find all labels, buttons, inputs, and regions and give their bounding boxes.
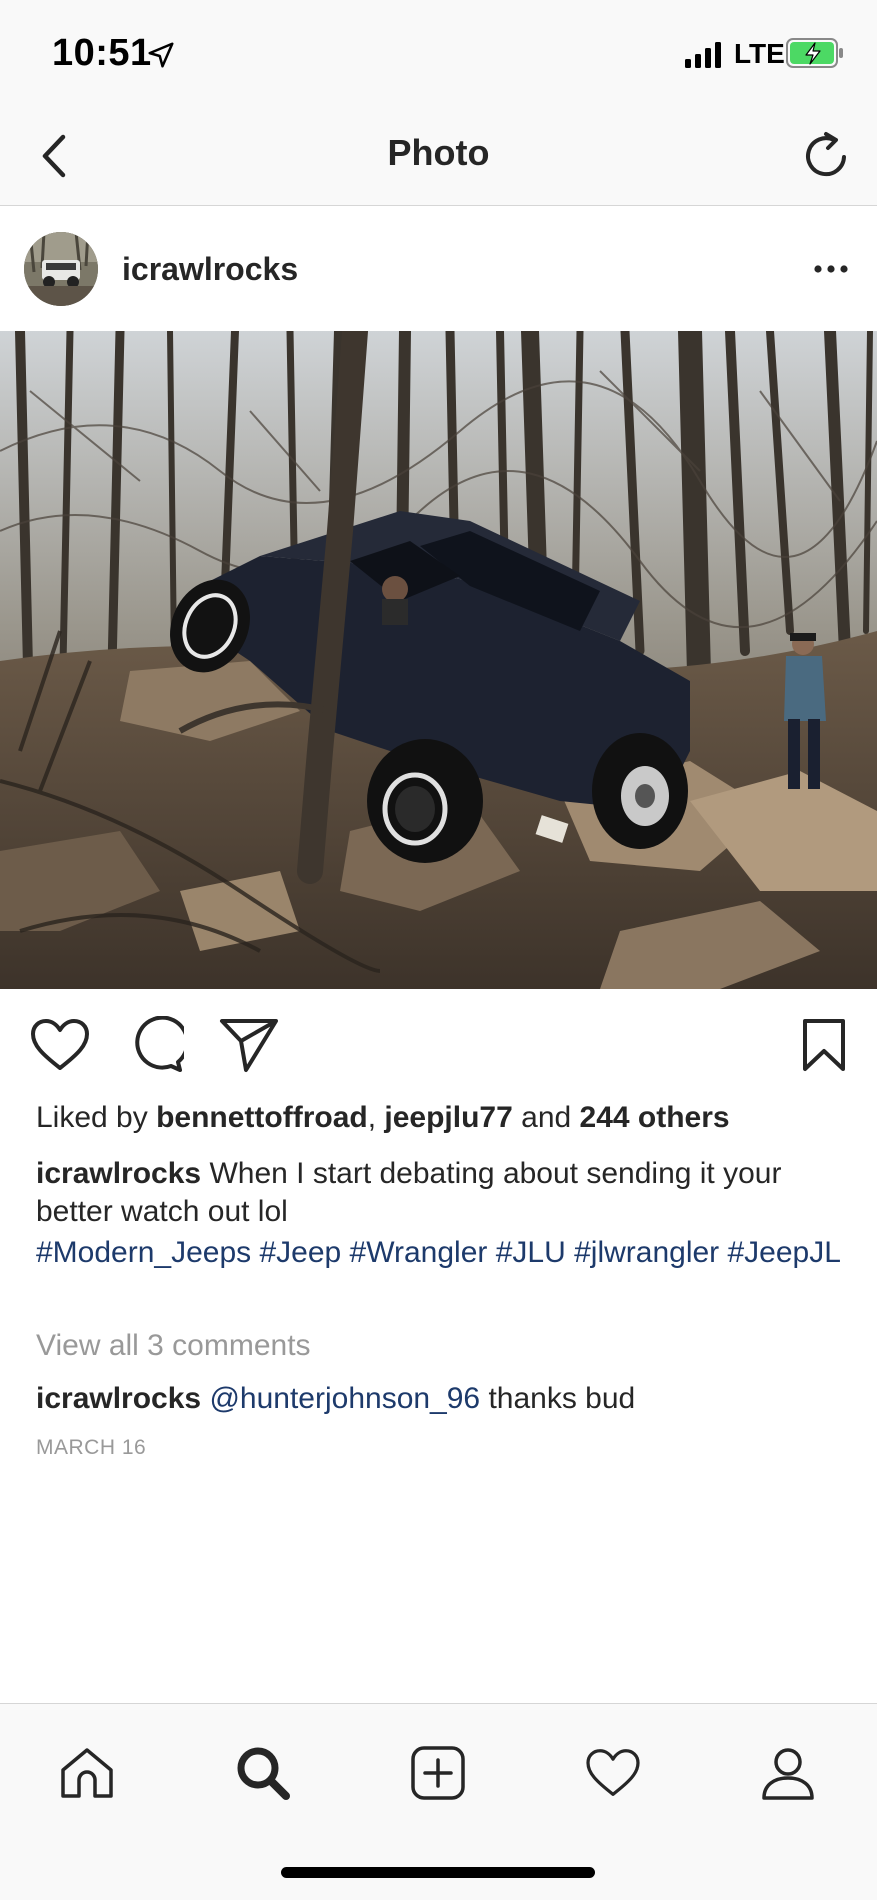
post-header: icrawlrocks	[0, 207, 877, 331]
tab-search[interactable]	[228, 1738, 298, 1808]
caption-username[interactable]: icrawlrocks	[36, 1157, 201, 1190]
tab-profile[interactable]	[753, 1738, 823, 1808]
likes-and: and	[512, 1101, 580, 1134]
refresh-button[interactable]	[797, 126, 855, 184]
paper-plane-icon	[220, 1019, 278, 1072]
battery-charging-icon	[786, 38, 843, 68]
more-options-button[interactable]	[805, 245, 857, 293]
post-hashtags[interactable]: #Modern_Jeeps #Jeep #Wrangler #JLU #jlwr…	[36, 1234, 856, 1272]
carrier-label: LTE	[734, 38, 785, 69]
liker-username[interactable]: bennettoffroad	[156, 1101, 368, 1134]
location-arrow-icon	[148, 42, 174, 68]
heart-icon	[31, 1019, 89, 1070]
comment-text: thanks bud	[480, 1382, 636, 1415]
add-post-icon	[411, 1746, 465, 1800]
comment-mention[interactable]: @hunterjohnson_96	[209, 1382, 480, 1415]
comment-item: icrawlrocks @hunterjohnson_96 thanks bud	[36, 1380, 856, 1418]
post-date: MARCH 16	[36, 1436, 147, 1459]
likes-summary[interactable]: Liked by bennettoffroad, jeepjlu77 and 2…	[36, 1099, 856, 1137]
bookmark-icon	[803, 1019, 845, 1071]
activity-heart-icon	[586, 1749, 640, 1796]
search-icon	[237, 1747, 290, 1800]
likes-separator: ,	[367, 1101, 385, 1134]
tab-new-post[interactable]	[403, 1738, 473, 1808]
avatar[interactable]	[24, 232, 98, 306]
share-button[interactable]	[215, 1011, 283, 1079]
home-icon	[61, 1748, 113, 1798]
profile-icon	[762, 1748, 814, 1800]
post-username[interactable]: icrawlrocks	[122, 251, 298, 288]
home-indicator[interactable]	[281, 1867, 595, 1878]
status-bar: 10:51 LTE	[0, 0, 877, 106]
jeep-offroad-image	[0, 331, 877, 989]
like-button[interactable]	[26, 1011, 94, 1079]
more-dots-icon	[814, 265, 848, 273]
comment-bubble-icon	[135, 1016, 184, 1072]
likes-prefix: Liked by	[36, 1101, 157, 1134]
liker-username[interactable]: jeepjlu77	[384, 1101, 512, 1134]
post-action-bar	[0, 989, 877, 1099]
post-caption: icrawlrocks When I start debating about …	[36, 1155, 856, 1231]
post-photo[interactable]	[0, 331, 877, 989]
refresh-icon	[806, 132, 846, 177]
cellular-signal-icon	[685, 42, 721, 68]
avatar-image	[24, 232, 98, 306]
comment-username[interactable]: icrawlrocks	[36, 1382, 201, 1415]
tab-home[interactable]	[52, 1738, 122, 1808]
likes-others-count[interactable]: 244 others	[580, 1101, 730, 1134]
save-button[interactable]	[790, 1011, 858, 1079]
view-all-comments-link[interactable]: View all 3 comments	[36, 1327, 856, 1365]
comment-button[interactable]	[121, 1011, 189, 1079]
tab-activity[interactable]	[578, 1738, 648, 1808]
status-time: 10:51	[52, 32, 152, 74]
page-title: Photo	[387, 132, 490, 173]
navigation-bar: Photo	[0, 106, 877, 206]
